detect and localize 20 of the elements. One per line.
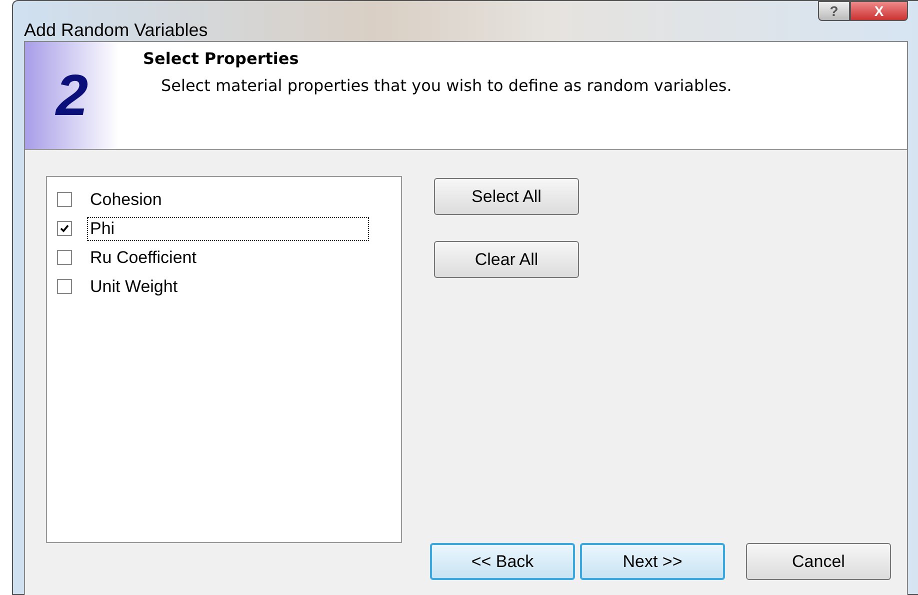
property-label[interactable]: Phi [87,216,369,240]
footer-button[interactable]: Cancel [746,543,891,580]
footer-button[interactable]: << Back [430,543,575,580]
property-label[interactable]: Unit Weight [87,274,181,298]
window-title: Add Random Variables [24,20,208,41]
checkbox[interactable] [57,221,72,236]
close-button[interactable]: X [850,1,908,21]
checkbox[interactable] [57,250,72,265]
checkmark-icon [60,224,69,233]
checkbox[interactable] [57,192,72,207]
step-description: Select material properties that you wish to define as random variables. [161,76,732,95]
help-button[interactable]: ? [818,1,850,21]
side-button[interactable]: Select All [434,178,579,215]
step-badge: 2 [25,42,119,149]
step-title: Select Properties [143,49,300,68]
side-button[interactable]: Clear All [434,241,579,278]
property-label[interactable]: Ru Coefficient [87,246,200,270]
footer-button[interactable]: Next >> [580,543,725,580]
checkbox[interactable] [57,279,72,294]
property-label[interactable]: Cohesion [87,188,165,212]
